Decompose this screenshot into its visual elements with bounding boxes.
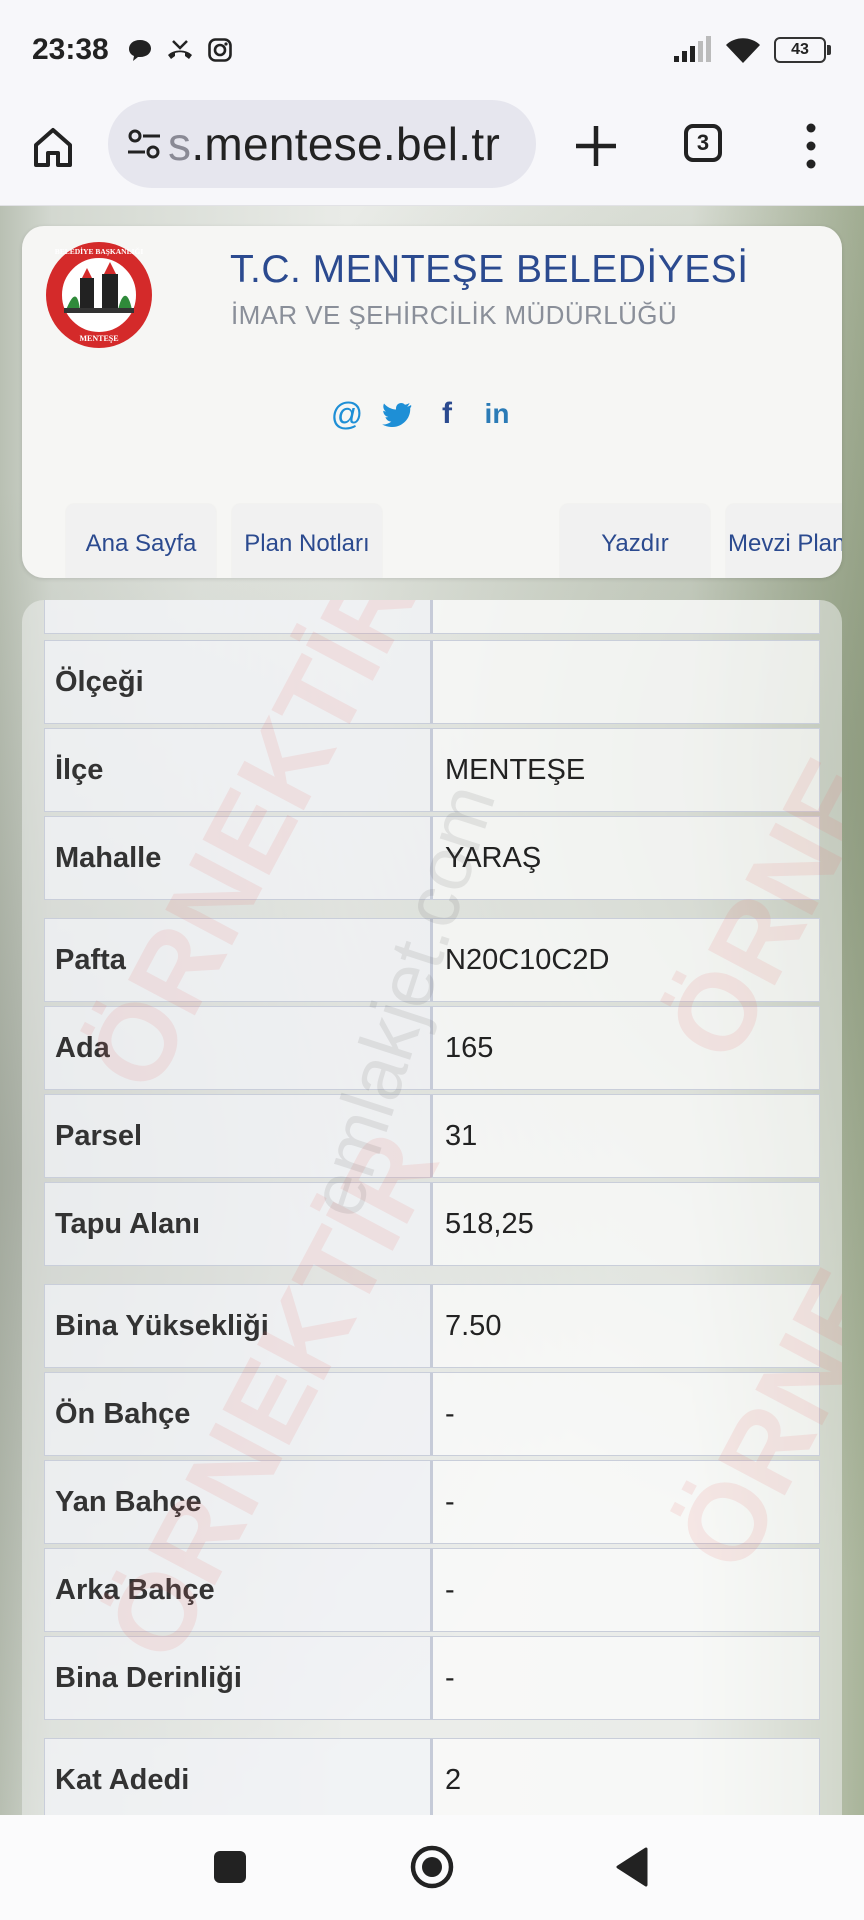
home-icon: [34, 128, 72, 167]
header-card: BELEDİYE BAŞKANLIĞI MENTEŞE T.C. MENTEŞE…: [22, 226, 842, 578]
table-row: Bina Derinliği -: [44, 1636, 820, 1720]
url-hidden-part: s: [168, 118, 192, 170]
table-cell-value: -: [433, 1461, 819, 1543]
table-cell-label: Arka Bahçe: [45, 1549, 433, 1631]
web-page[interactable]: BELEDİYE BAŞKANLIĞI MENTEŞE T.C. MENTEŞE…: [0, 206, 864, 1815]
table-cell-label: Ön Bahçe: [45, 1373, 433, 1455]
table-cell-value: 31: [433, 1095, 819, 1177]
table-cell-label: Mahalle: [45, 817, 433, 899]
battery-level: 43: [791, 41, 809, 58]
url-domain: .mentese.bel.tr: [191, 118, 501, 170]
table-cell-value: 165: [433, 1007, 819, 1089]
table-cell-value: 518,25: [433, 1183, 819, 1265]
nav-mevzi-plan-notlari[interactable]: Mevzi Plan Not: [726, 504, 842, 578]
table-cell-value: -: [433, 1373, 819, 1455]
parcel-info-card: Ölçeği İlçe MENTEŞE Mahalle YARAŞ Pafta …: [22, 600, 842, 1815]
table-cell-value: 2: [433, 1739, 819, 1815]
table-cell-value: [433, 600, 819, 633]
table-cell-label: Bina Yüksekliği: [45, 1285, 433, 1367]
table-cell-label: Kat Adedi: [45, 1739, 433, 1815]
home-nav-button[interactable]: [408, 1843, 456, 1891]
table-row: Mahalle YARAŞ: [44, 816, 820, 900]
table-cell-label: Pafta: [45, 919, 433, 1001]
nav-bar: Ana Sayfa Plan Notları Yazdır Mevzi Plan…: [22, 504, 842, 578]
instagram-icon: [207, 38, 232, 62]
table-row: Parsel 31: [44, 1094, 820, 1178]
org-title: T.C. MENTEŞE BELEDİYESİ: [230, 248, 749, 291]
browser-toolbar: s.mentese.bel.tr 3: [0, 100, 864, 206]
twitter-bird-shape: [382, 403, 412, 427]
social-links: @ f in: [331, 396, 512, 432]
table-row: Ölçeği: [44, 640, 820, 724]
table-cell-label: İlçe: [45, 729, 433, 811]
table-cell-value: YARAŞ: [433, 817, 819, 899]
table-row: Yan Bahçe -: [44, 1460, 820, 1544]
back-button[interactable]: [612, 1845, 652, 1889]
table-cell-label: Yan Bahçe: [45, 1461, 433, 1543]
linkedin-icon[interactable]: in: [482, 398, 512, 430]
system-navigation-bar: [0, 1815, 864, 1920]
table-cell-label: Bina Derinliği: [45, 1637, 433, 1719]
org-subtitle: İMAR VE ŞEHİRCİLİK MÜDÜRLÜĞÜ: [231, 300, 678, 330]
more-menu-button[interactable]: [796, 120, 826, 172]
battery-icon: 43: [774, 37, 831, 63]
signal-icon: [674, 36, 711, 62]
nav-yazdir[interactable]: Yazdır: [560, 504, 710, 578]
table-row-partial: [44, 600, 820, 634]
table-row: Bina Yüksekliği 7.50: [44, 1284, 820, 1368]
table-row: Pafta N20C10C2D: [44, 918, 820, 1002]
tab-count: 3: [696, 130, 710, 155]
table-row: Ada 165: [44, 1006, 820, 1090]
table-cell-label: Parsel: [45, 1095, 433, 1177]
message-icon: [128, 40, 151, 61]
table-row: Ön Bahçe -: [44, 1372, 820, 1456]
table-cell-label: Ölçeği: [45, 641, 433, 723]
nav-plan-notlari[interactable]: Plan Notları: [232, 504, 382, 578]
table-row: Arka Bahçe -: [44, 1548, 820, 1632]
url-text: s.mentese.bel.tr: [168, 117, 500, 171]
table-cell-label: Ada: [45, 1007, 433, 1089]
new-tab-button[interactable]: [570, 120, 622, 172]
table-row: Kat Adedi 2: [44, 1738, 820, 1815]
home-button[interactable]: [26, 120, 80, 174]
table-cell-value: [433, 641, 819, 723]
missed-call-icon: [167, 40, 192, 59]
nav-ana-sayfa[interactable]: Ana Sayfa: [66, 504, 216, 578]
status-bar: 23:38 43: [0, 0, 864, 100]
table-cell-value: 7.50: [433, 1285, 819, 1367]
table-row: İlçe MENTEŞE: [44, 728, 820, 812]
address-bar[interactable]: s.mentese.bel.tr: [108, 100, 536, 188]
logo-bottom-text: MENTEŞE: [79, 334, 118, 343]
twitter-icon[interactable]: [382, 398, 412, 430]
table-cell-value: MENTEŞE: [433, 729, 819, 811]
wifi-icon: [726, 38, 760, 63]
logo-top-text: BELEDİYE BAŞKANLIĞI: [55, 246, 144, 256]
table-cell-value: -: [433, 1549, 819, 1631]
table-row: Tapu Alanı 518,25: [44, 1182, 820, 1266]
table-cell-label: Tapu Alanı: [45, 1183, 433, 1265]
facebook-icon[interactable]: f: [432, 397, 462, 430]
site-settings-icon[interactable]: [124, 124, 164, 164]
table-cell-label: [45, 600, 433, 633]
email-icon[interactable]: @: [331, 396, 363, 432]
status-time: 23:38: [32, 33, 109, 66]
tab-switcher-button[interactable]: 3: [684, 124, 722, 162]
recents-button[interactable]: [210, 1847, 250, 1887]
table-cell-value: N20C10C2D: [433, 919, 819, 1001]
table-cell-value: -: [433, 1637, 819, 1719]
municipality-logo: BELEDİYE BAŞKANLIĞI MENTEŞE: [46, 242, 152, 348]
